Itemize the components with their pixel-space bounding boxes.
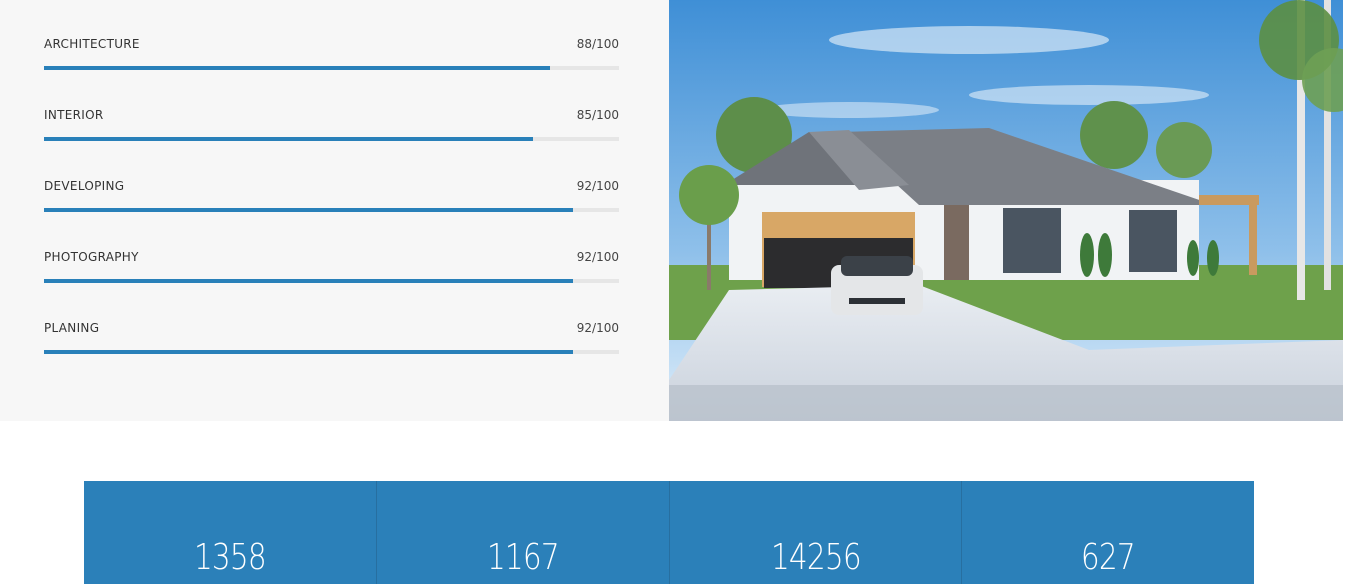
progress-fill (44, 66, 550, 70)
progress-fill (44, 350, 573, 354)
counter-number: 1358 (193, 537, 267, 578)
progress-track (44, 208, 619, 212)
skill-value: 85/100 (576, 108, 619, 122)
skill-value: 92/100 (576, 321, 619, 335)
counter-4: 627 (962, 481, 1254, 584)
skill-label: PHOTOGRAPHY (44, 250, 139, 264)
house-photo (669, 0, 1343, 421)
progress-track (44, 66, 619, 70)
counter-number: 627 (1081, 537, 1136, 578)
counter-1: 1358 (84, 481, 377, 584)
progress-fill (44, 279, 573, 283)
progress-track (44, 137, 619, 141)
house-illustration (669, 0, 1343, 421)
skill-interior: INTERIOR 85/100 (44, 108, 619, 148)
skill-label: ARCHITECTURE (44, 37, 140, 51)
skill-developing: DEVELOPING 92/100 (44, 179, 619, 219)
counter-2: 1167 (377, 481, 670, 584)
skill-label: DEVELOPING (44, 179, 125, 193)
counter-number: 14256 (770, 537, 861, 578)
progress-track (44, 279, 619, 283)
skills-section: ARCHITECTURE 88/100 INTERIOR 85/100 DEVE… (0, 0, 1346, 421)
counters-bar: 1358 1167 14256 627 (84, 481, 1254, 584)
skills-panel: ARCHITECTURE 88/100 INTERIOR 85/100 DEVE… (0, 0, 669, 421)
progress-track (44, 350, 619, 354)
progress-fill (44, 208, 573, 212)
skill-value: 92/100 (576, 250, 619, 264)
skill-architecture: ARCHITECTURE 88/100 (44, 37, 619, 77)
counter-number: 1167 (486, 537, 560, 578)
skill-value: 92/100 (576, 179, 619, 193)
progress-fill (44, 137, 533, 141)
skill-photography: PHOTOGRAPHY 92/100 (44, 250, 619, 290)
skill-label: INTERIOR (44, 108, 104, 122)
skill-label: PLANING (44, 321, 100, 335)
skill-value: 88/100 (576, 37, 619, 51)
skill-planing: PLANING 92/100 (44, 321, 619, 361)
counter-3: 14256 (670, 481, 963, 584)
